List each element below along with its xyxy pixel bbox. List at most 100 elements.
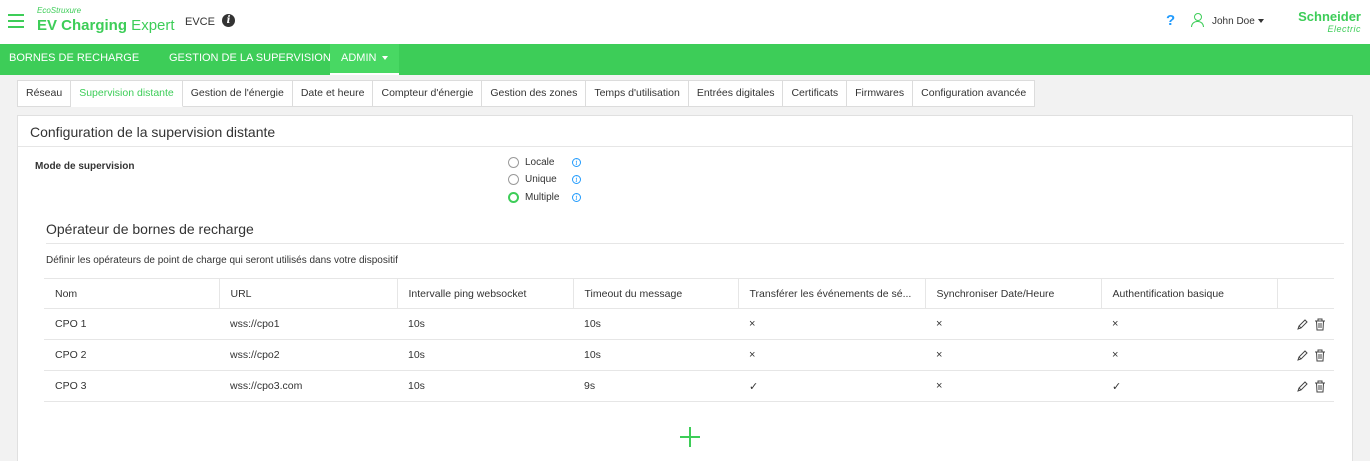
- column-header-actions: [1277, 278, 1334, 309]
- cell-transfer: ×: [738, 339, 925, 371]
- edit-icon[interactable]: [1296, 349, 1308, 362]
- cell-timeout: 9s: [573, 370, 738, 402]
- nav-item-label: BORNES DE RECHARGE: [9, 52, 140, 64]
- cell-name: CPO 3: [44, 370, 219, 402]
- table-row[interactable]: CPO 2 wss://cpo2 10s 10s × × ×: [44, 339, 1334, 371]
- cell-name: CPO 1: [44, 308, 219, 340]
- mode-supervision-label: Mode de supervision: [35, 161, 135, 172]
- tab-entrees-digitales[interactable]: Entrées digitales: [688, 80, 784, 107]
- cell-ping: 10s: [397, 339, 573, 371]
- nav-item-label: GESTION DE LA SUPERVISION: [169, 52, 331, 64]
- user-menu[interactable]: John Doe: [1212, 16, 1255, 27]
- cell-transfer: ×: [738, 308, 925, 340]
- edit-icon[interactable]: [1296, 380, 1308, 393]
- row-actions: [1277, 370, 1334, 402]
- logo-line2: Electric: [1327, 24, 1361, 34]
- tab-firmwares[interactable]: Firmwares: [847, 80, 914, 107]
- content-area: Réseau Supervision distante Gestion de l…: [0, 75, 1370, 461]
- page-title: Configuration de la supervision distante: [30, 124, 276, 140]
- tab-gestion-zones[interactable]: Gestion des zones: [482, 80, 587, 107]
- nav-item-label: ADMIN: [341, 52, 377, 64]
- tab-configuration-avancee[interactable]: Configuration avancée: [913, 80, 1036, 107]
- edit-icon[interactable]: [1296, 318, 1308, 331]
- row-actions: [1277, 308, 1334, 340]
- delete-icon[interactable]: [1314, 380, 1326, 393]
- tab-date-heure[interactable]: Date et heure: [292, 80, 374, 107]
- user-menu-caret-icon[interactable]: [1258, 19, 1264, 23]
- tab-certificats[interactable]: Certificats: [783, 80, 848, 107]
- info-icon[interactable]: i: [572, 193, 581, 202]
- brand-title: EV Charging Expert: [37, 17, 175, 34]
- cell-auth: ✓: [1101, 370, 1277, 402]
- tab-compteur-energie[interactable]: Compteur d'énergie: [373, 80, 483, 107]
- column-header[interactable]: Synchroniser Date/Heure: [925, 278, 1102, 309]
- chevron-down-icon: [382, 56, 389, 61]
- schneider-logo: Schneider Electric: [1293, 9, 1361, 35]
- radio-unique[interactable]: Unique: [508, 171, 557, 187]
- table-header-row: Nom URL Intervalle ping websocket Timeou…: [44, 278, 1334, 309]
- cell-url: wss://cpo2: [219, 339, 397, 371]
- column-header[interactable]: URL: [219, 278, 398, 309]
- tab-supervision-distante[interactable]: Supervision distante: [71, 80, 183, 107]
- logo-line1: Schneider: [1298, 9, 1361, 24]
- radio-button[interactable]: [508, 173, 519, 185]
- nav-item-supervision[interactable]: GESTION DE LA SUPERVISION: [169, 44, 331, 75]
- operators-description: Définir les opérateurs de point de charg…: [46, 255, 398, 266]
- operators-table: Nom URL Intervalle ping websocket Timeou…: [44, 278, 1334, 402]
- column-header[interactable]: Intervalle ping websocket: [397, 278, 574, 309]
- table-row[interactable]: CPO 3 wss://cpo3.com 10s 9s ✓ × ✓: [44, 370, 1334, 402]
- operators-title: Opérateur de bornes de recharge: [46, 221, 254, 237]
- column-header[interactable]: Transférer les événements de sé...: [738, 278, 926, 309]
- add-operator-button[interactable]: [680, 427, 700, 447]
- cell-transfer: ✓: [738, 370, 925, 402]
- hamburger-menu-icon[interactable]: [8, 14, 24, 28]
- delete-icon[interactable]: [1314, 318, 1326, 331]
- info-icon[interactable]: i: [572, 175, 581, 184]
- column-header[interactable]: Authentification basique: [1101, 278, 1278, 309]
- nav-item-bornes[interactable]: BORNES DE RECHARGE: [9, 44, 139, 75]
- nav-item-admin[interactable]: ADMIN: [330, 44, 400, 75]
- radio-label: Multiple: [525, 191, 560, 203]
- help-icon[interactable]: ?: [1166, 12, 1175, 29]
- cell-url: wss://cpo1: [219, 308, 397, 340]
- column-header[interactable]: Nom: [44, 278, 220, 309]
- radio-label: Unique: [525, 173, 557, 185]
- row-actions: [1277, 339, 1334, 371]
- delete-icon[interactable]: [1314, 349, 1326, 362]
- user-icon[interactable]: [1191, 13, 1205, 27]
- admin-tabs: Réseau Supervision distante Gestion de l…: [17, 80, 1036, 107]
- divider: [46, 243, 1344, 244]
- tab-temps-utilisation[interactable]: Temps d'utilisation: [586, 80, 689, 107]
- cell-sync: ×: [925, 308, 1101, 340]
- cell-timeout: 10s: [573, 308, 738, 340]
- cell-ping: 10s: [397, 370, 573, 402]
- cell-ping: 10s: [397, 308, 573, 340]
- device-info-icon[interactable]: i: [222, 14, 235, 27]
- radio-multiple[interactable]: Multiple: [508, 189, 559, 205]
- brand-title-light: Expert: [127, 17, 175, 34]
- radio-button[interactable]: [508, 156, 519, 168]
- cell-auth: ×: [1101, 308, 1277, 340]
- divider: [18, 146, 1352, 147]
- cell-sync: ×: [925, 370, 1101, 402]
- radio-locale[interactable]: Locale: [508, 154, 554, 170]
- tab-reseau[interactable]: Réseau: [17, 80, 72, 107]
- cell-timeout: 10s: [573, 339, 738, 371]
- brand-ecostruxure: EcoStruxure: [37, 6, 82, 15]
- column-header[interactable]: Timeout du message: [573, 278, 739, 309]
- main-nav: BORNES DE RECHARGE GESTION DE LA SUPERVI…: [0, 44, 1370, 75]
- brand-title-bold: EV Charging: [37, 17, 128, 34]
- table-row[interactable]: CPO 1 wss://cpo1 10s 10s × × ×: [44, 308, 1334, 340]
- info-icon[interactable]: i: [572, 158, 581, 167]
- cell-auth: ×: [1101, 339, 1277, 371]
- tab-gestion-energie[interactable]: Gestion de l'énergie: [182, 80, 293, 107]
- app-brand[interactable]: EcoStruxure EV Charging Expert: [37, 6, 175, 36]
- top-bar: EcoStruxure EV Charging Expert EVCE i ? …: [0, 0, 1370, 44]
- radio-label: Locale: [525, 156, 555, 168]
- cell-sync: ×: [925, 339, 1101, 371]
- cell-name: CPO 2: [44, 339, 219, 371]
- device-name: EVCE: [185, 16, 215, 28]
- supervision-panel: Configuration de la supervision distante…: [17, 115, 1353, 461]
- cell-url: wss://cpo3.com: [219, 370, 397, 402]
- radio-button-checked[interactable]: [508, 191, 519, 203]
